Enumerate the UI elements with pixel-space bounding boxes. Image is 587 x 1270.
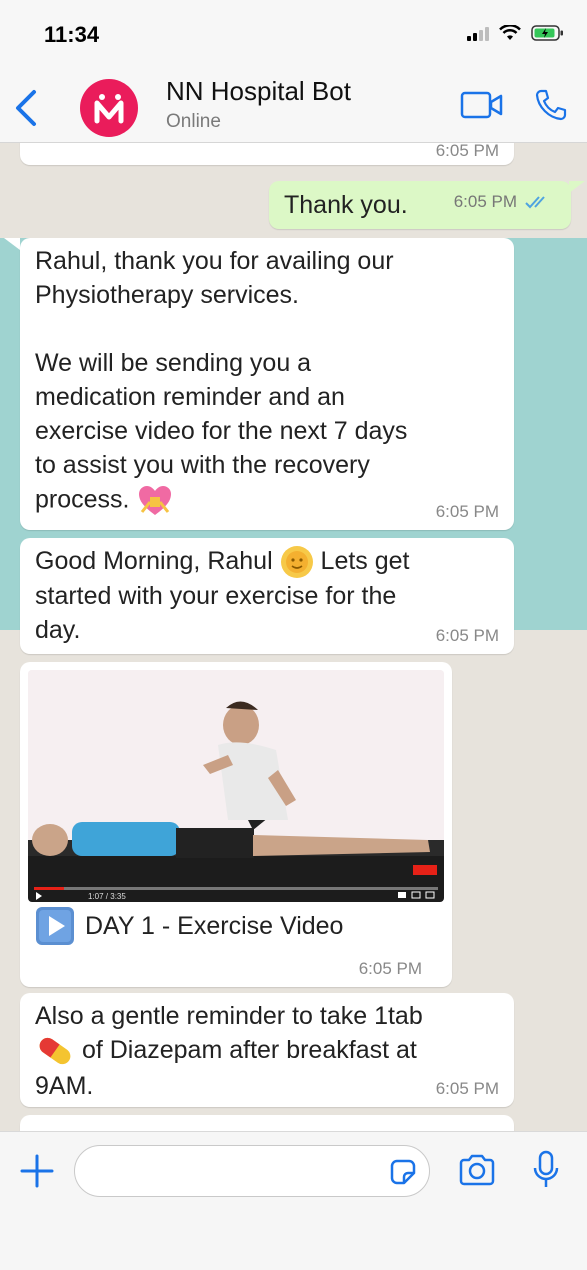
sticker-icon[interactable] [388,1157,418,1187]
message-text: Rahul, thank you for availing our Physio… [35,244,407,520]
message-text: Also a gentle reminder to take 1tab of D… [35,1002,423,1101]
video-thumbnail[interactable]: 1:07 / 3:35 [28,670,444,902]
phone-call-icon[interactable] [534,88,568,122]
signal-icon [467,25,489,41]
message-partial-bottom[interactable] [20,1115,514,1131]
message-timestamp: 6:05 PM [453,192,517,211]
status-bar: 11:34 [0,0,587,70]
message-text: Good Morning, Rahul Lets get started wit… [35,546,410,645]
exercise-video-image: 1:07 / 3:35 [28,670,444,902]
message-timestamp: 6:05 PM [435,502,499,521]
video-player-time: 1:07 / 3:35 [88,892,126,901]
message-timestamp: 6:05 PM [358,959,422,978]
message-text: Thank you. [284,191,408,219]
message-medication-reminder[interactable]: Also a gentle reminder to take 1tab of D… [20,993,514,1107]
sun-emoji-icon [280,546,313,579]
message-timestamp: 6:05 PM [435,626,499,645]
bot-logo-icon [94,94,124,124]
online-status: Online [166,111,221,132]
heart-ribbon-emoji-icon [139,486,172,515]
camera-icon[interactable] [458,1154,496,1186]
message-outgoing-thank-you[interactable]: Thank you. 6:05 PM [269,181,571,229]
bot-avatar[interactable] [80,79,138,137]
message-partial-top[interactable]: 6:05 PM [20,143,514,165]
plus-icon[interactable] [20,1154,54,1188]
message-good-morning[interactable]: Good Morning, Rahul Lets get started wit… [20,538,514,654]
chat-area[interactable]: 6:05 PM Thank you. 6:05 PM Rahul, thank … [0,143,587,1131]
video-call-icon[interactable] [460,90,504,120]
message-physiotherapy[interactable]: Rahul, thank you for availing our Physio… [20,238,514,530]
message-timestamp: 6:05 PM [435,1079,499,1098]
video-caption: DAY 1 - Exercise Video [85,912,344,940]
pill-emoji-icon [39,1038,71,1065]
status-time: 11:34 [44,22,100,47]
play-button-emoji-icon [36,907,74,945]
read-receipt-icon [525,196,545,209]
message-exercise-video[interactable]: 1:07 / 3:35 DAY 1 - Exercise Video 6:05 … [20,662,452,987]
message-input[interactable] [74,1145,430,1197]
chat-title[interactable]: NN Hospital Bot [166,76,351,107]
message-input-bar [0,1131,587,1270]
message-timestamp: 6:05 PM [435,143,499,160]
microphone-icon[interactable] [532,1150,560,1190]
battery-icon [531,25,563,41]
wifi-icon [499,25,521,40]
chat-header: NN Hospital Bot Online [0,70,587,143]
back-chevron-icon[interactable] [12,88,40,128]
